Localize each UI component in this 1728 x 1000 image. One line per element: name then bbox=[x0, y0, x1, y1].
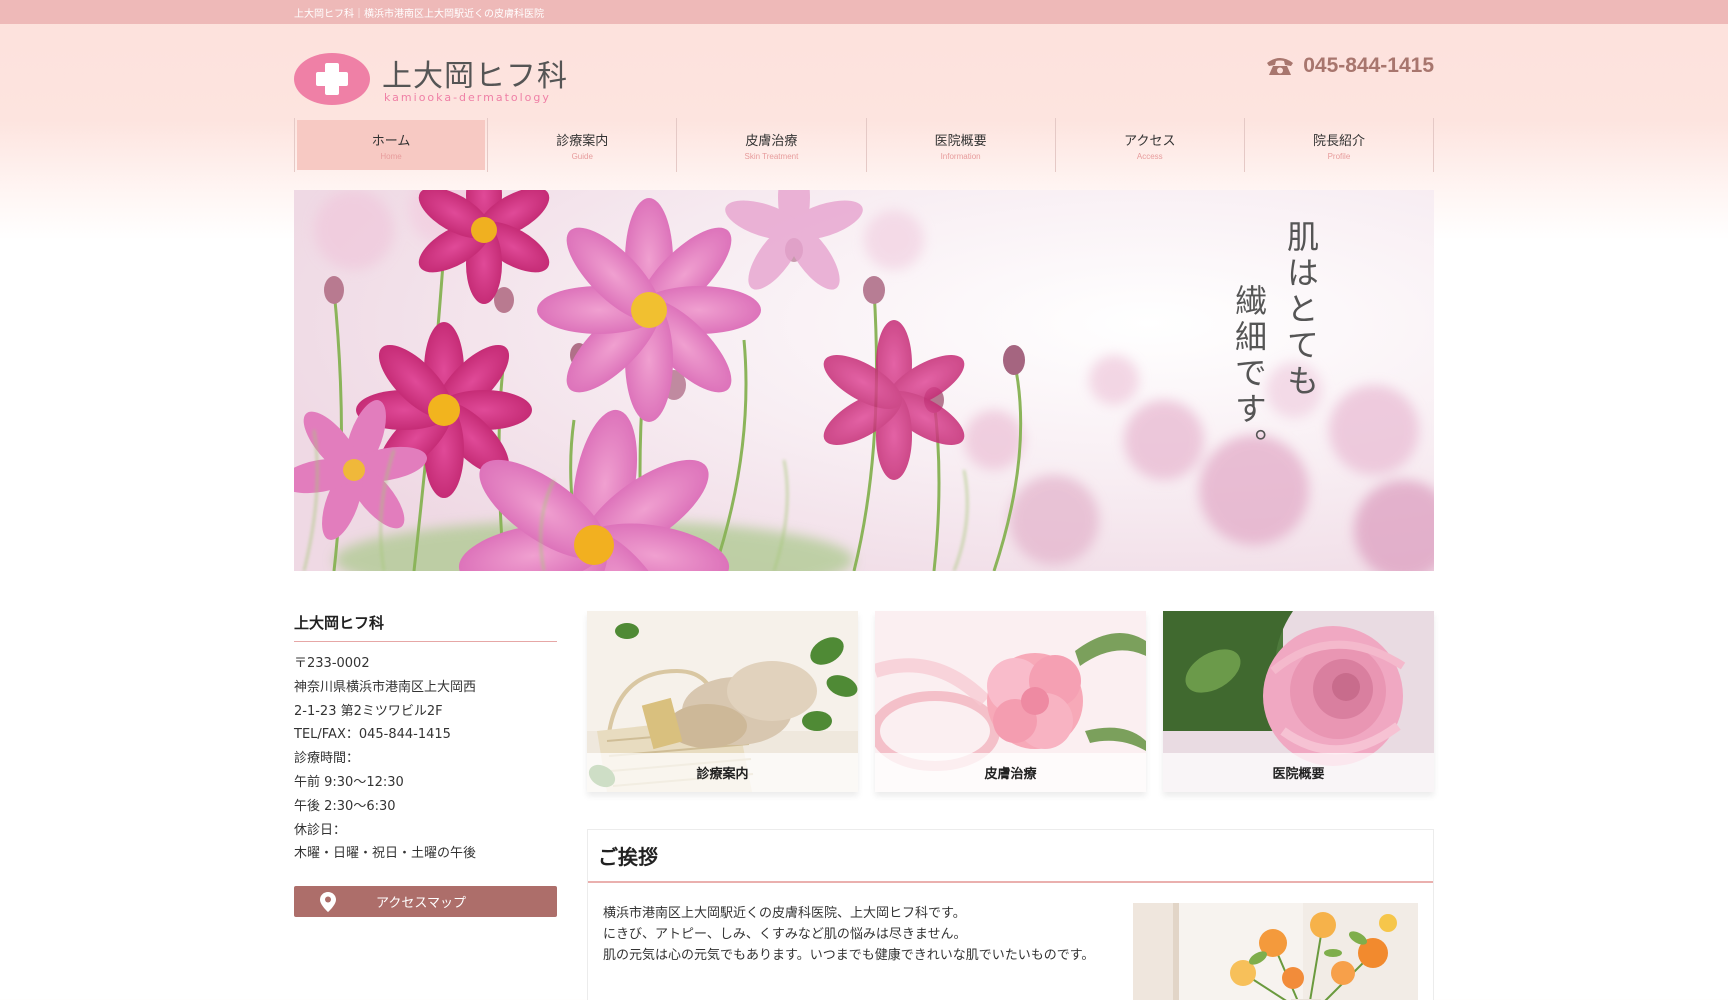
nav-sublabel: Access bbox=[1136, 151, 1163, 161]
flower-vase-image bbox=[1133, 903, 1418, 1000]
nav-sublabel: Profile bbox=[1327, 151, 1351, 161]
logo-subtitle: kamiooka-dermatology bbox=[384, 91, 551, 104]
nav-sublabel: Skin Treatment bbox=[744, 151, 799, 161]
card-information[interactable]: 医院概要 bbox=[1163, 611, 1434, 792]
phone-number[interactable]: 045-844-1415 bbox=[1265, 54, 1434, 78]
top-bar: 上大岡ヒフ科｜横浜市港南区上大岡駅近くの皮膚科医院 bbox=[0, 0, 1728, 24]
greeting-text: 横浜市港南区上大岡駅近くの皮膚科医院、上大岡ヒフ科です。 にきび、アトピー、しみ… bbox=[603, 903, 1113, 966]
cross-logo-icon bbox=[294, 53, 370, 105]
greeting-line-3: 肌の元気は心の元気でもあります。いつまでも健康できれいな肌でいたいものです。 bbox=[603, 948, 1095, 963]
hours-afternoon: 午後 2:30～6:30 bbox=[294, 798, 396, 814]
card-skin-treatment[interactable]: 皮膚治療 bbox=[875, 611, 1146, 792]
site-logo[interactable]: 上大岡ヒフ科 kamiooka-dermatology bbox=[294, 49, 574, 109]
address-line-2: 2-1-23 第2ミツワビル2F bbox=[294, 703, 443, 719]
global-nav: ホーム Home 診療案内 Guide 皮膚治療 Skin Treatment … bbox=[294, 118, 1435, 172]
hero-copy-line-1: 肌はとても bbox=[1282, 220, 1320, 400]
closed-days: 木曜・日曜・祝日・土曜の午後 bbox=[294, 846, 477, 862]
sidebar-title: 上大岡ヒフ科 bbox=[294, 612, 557, 642]
nav-label: ホーム bbox=[371, 133, 411, 149]
access-map-button[interactable]: アクセスマップ bbox=[294, 886, 557, 918]
nav-sublabel: Guide bbox=[571, 151, 593, 161]
address-line-1: 神奈川県横浜市港南区上大岡西 bbox=[294, 679, 477, 695]
nav-sublabel: Home bbox=[380, 151, 402, 161]
nav-sublabel: Information bbox=[940, 151, 981, 161]
access-map-label: アクセスマップ bbox=[376, 896, 466, 912]
greeting-section: ご挨拶 横浜市港南区上大岡駅近くの皮膚科医院、上大岡ヒフ科です。 にきび、アトピ… bbox=[587, 829, 1434, 1000]
nav-item-home[interactable]: ホーム Home bbox=[297, 120, 486, 170]
site-header: 上大岡ヒフ科 kamiooka-dermatology 045-844-1415 bbox=[294, 24, 1434, 116]
clinic-info-sidebar: 上大岡ヒフ科 〒233-0002 神奈川県横浜市港南区上大岡西 2-1-23 第… bbox=[294, 612, 557, 918]
greeting-line-2: にきび、アトピー、しみ、くすみなど肌の悩みは尽きません。 bbox=[603, 927, 967, 942]
clinic-info-list: 〒233-0002 神奈川県横浜市港南区上大岡西 2-1-23 第2ミツワビル2… bbox=[294, 652, 557, 866]
closed-label: 休診日： bbox=[294, 822, 347, 838]
nav-label: 院長紹介 bbox=[1312, 133, 1365, 149]
hero-banner: 肌はとても 繊細です。 bbox=[294, 190, 1434, 571]
feature-cards: 診療案内 皮膚治療 医院概要 bbox=[587, 611, 1434, 792]
hero-copy-line-2: 繊細です。 bbox=[1230, 284, 1268, 464]
hours-morning: 午前 9:30～12:30 bbox=[294, 774, 404, 790]
tel-fax: TEL/FAX：045-844-1415 bbox=[294, 727, 451, 743]
phone-icon bbox=[1265, 55, 1295, 77]
card-guide-label: 診療案内 bbox=[587, 753, 858, 792]
logo-title: 上大岡ヒフ科 bbox=[382, 59, 568, 94]
nav-item-access[interactable]: アクセス Access bbox=[1056, 118, 1245, 172]
nav-label: 診療案内 bbox=[556, 133, 609, 149]
map-pin-icon bbox=[320, 892, 336, 913]
nav-label: アクセス bbox=[1124, 133, 1176, 149]
nav-item-profile[interactable]: 院長紹介 Profile bbox=[1245, 118, 1435, 172]
postal-code: 〒233-0002 bbox=[294, 656, 370, 671]
nav-label: 皮膚治療 bbox=[745, 133, 798, 149]
hours-label: 診療時間： bbox=[294, 751, 360, 767]
card-information-label: 医院概要 bbox=[1163, 753, 1434, 792]
nav-label: 医院概要 bbox=[934, 133, 987, 149]
site-tagline: 上大岡ヒフ科｜横浜市港南区上大岡駅近くの皮膚科医院 bbox=[294, 8, 544, 20]
greeting-line-1: 横浜市港南区上大岡駅近くの皮膚科医院、上大岡ヒフ科です。 bbox=[603, 906, 966, 921]
nav-item-skin-treatment[interactable]: 皮膚治療 Skin Treatment bbox=[677, 118, 867, 172]
hero-copy: 肌はとても 繊細です。 bbox=[904, 220, 1324, 464]
card-skin-treatment-label: 皮膚治療 bbox=[875, 753, 1146, 792]
card-guide[interactable]: 診療案内 bbox=[587, 611, 858, 792]
phone-text: 045-844-1415 bbox=[1303, 54, 1434, 77]
greeting-title: ご挨拶 bbox=[588, 830, 1433, 883]
nav-item-guide[interactable]: 診療案内 Guide bbox=[487, 118, 678, 172]
nav-item-information[interactable]: 医院概要 Information bbox=[867, 118, 1056, 172]
